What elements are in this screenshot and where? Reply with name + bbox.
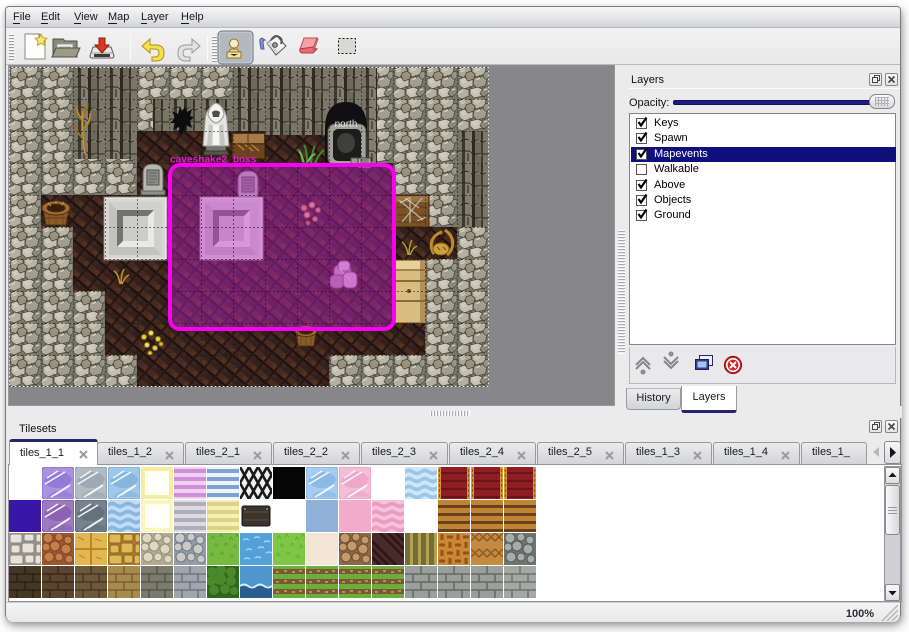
- svg-text:north: north: [335, 119, 358, 130]
- svg-text:caveshake2_boss: caveshake2_boss: [170, 155, 257, 166]
